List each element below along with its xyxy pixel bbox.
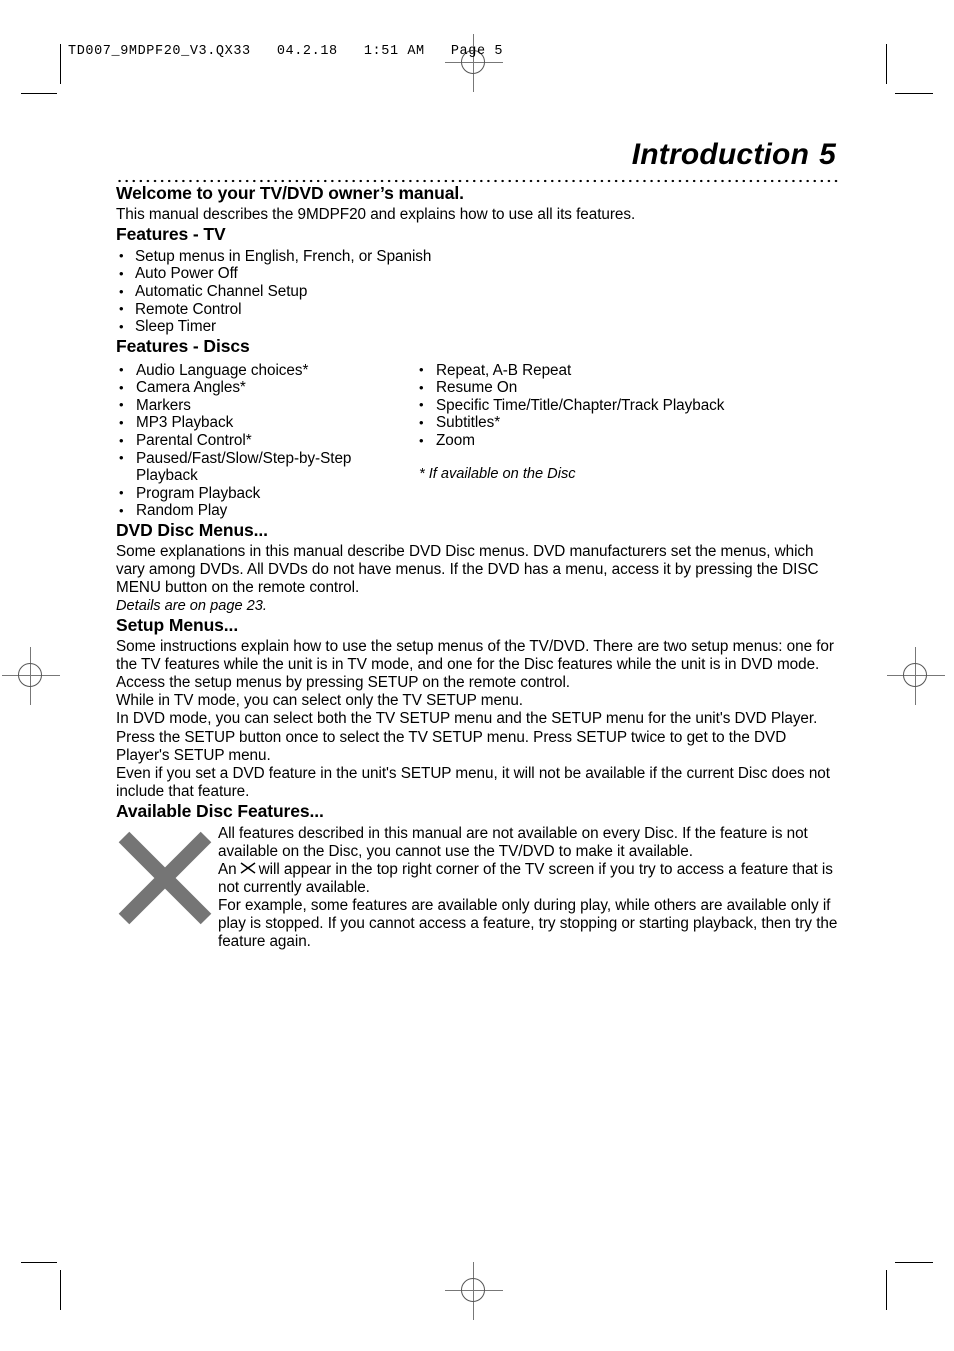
paragraph-2-trail-text: will appear in the top right corner of t… [218, 860, 833, 897]
list-item: Automatic Channel Setup [116, 283, 838, 301]
setup-menus-paragraph-3: In DVD mode, you can select both the TV … [116, 710, 818, 764]
setup-menus-paragraph-2: While in TV mode, you can select only th… [116, 692, 524, 710]
dvd-disc-menus-body: Some explanations in this manual describ… [116, 542, 819, 597]
available-disc-features-paragraph-3: For example, some features are available… [218, 897, 838, 951]
list-item: Paused/Fast/Slow/Step-by-Step Playback [116, 449, 416, 485]
x-mark-icon [240, 862, 256, 874]
available-disc-features-text: All features described in this manual ar… [218, 825, 838, 952]
list-item: MP3 Playback [116, 414, 416, 432]
page-content: Introduction 5 Welcome to your TV/DVD own… [116, 140, 838, 951]
dvd-disc-menus-note: Details are on page 23. [116, 598, 267, 615]
list-item: Parental Control* [116, 432, 416, 450]
available-disc-features-paragraph-2: An will appear in the top right corner of… [218, 861, 838, 897]
available-disc-features-heading: Available Disc Features... [116, 800, 324, 821]
setup-menus-paragraph-1: Some instructions explain how to use the… [116, 638, 834, 692]
list-item: Remote Control [116, 300, 838, 319]
crop-mark-top-right-vertical [886, 44, 887, 84]
welcome-body: This manual describes the 9MDPF20 and ex… [116, 205, 636, 223]
features-discs-right-list: Repeat, A-B Repeat Resume On Specific Ti… [416, 361, 746, 450]
features-discs-left-column: Audio Language choices* Camera Angles* M… [116, 360, 416, 520]
registration-mark-right [879, 639, 953, 713]
page-title-text: Introduction [631, 138, 810, 171]
list-item: Audio Language choices* [116, 361, 416, 380]
list-item: Resume On [416, 379, 746, 397]
registration-mark-top [437, 26, 511, 100]
crop-mark-bottom-right-horizontal [895, 1262, 933, 1263]
features-discs-heading: Features - Discs [116, 335, 250, 356]
list-item: Program Playback [116, 484, 416, 503]
list-item: Specific Time/Title/Chapter/Track Playba… [416, 396, 746, 415]
prepress-slug: TD007_9MDPF20_V3.QX33 04.2.18 1:51 AM Pa… [68, 44, 504, 59]
list-item: Camera Angles* [116, 379, 416, 397]
crop-mark-top-right-horizontal [895, 93, 933, 94]
crop-mark-bottom-left-horizontal [21, 1262, 57, 1263]
features-discs-columns: Audio Language choices* Camera Angles* M… [116, 360, 838, 520]
list-item: Random Play [116, 502, 416, 520]
registration-mark-left [0, 639, 68, 713]
list-item: Repeat, A-B Repeat [416, 361, 746, 380]
paragraph-2-lead-text: An [218, 860, 237, 878]
available-disc-features-paragraph-1: All features described in this manual ar… [218, 824, 808, 860]
features-tv-heading: Features - TV [116, 223, 226, 244]
features-tv-list: Setup menus in English, French, or Spani… [116, 247, 838, 336]
available-disc-features-block: All features described in this manual ar… [116, 825, 838, 952]
list-item: Sleep Timer [116, 318, 838, 336]
welcome-heading: Welcome to your TV/DVD owner’s manual. [116, 183, 464, 203]
crop-mark-top-left-horizontal [21, 93, 57, 94]
list-item: Subtitles* [416, 414, 746, 432]
features-discs-left-list: Audio Language choices* Camera Angles* M… [116, 361, 416, 520]
gray-x-mark-icon [118, 831, 212, 925]
crop-mark-bottom-left-vertical [60, 1270, 61, 1310]
list-item: Setup menus in English, French, or Spani… [116, 247, 838, 266]
list-item: Auto Power Off [116, 265, 838, 283]
list-item: Zoom [416, 432, 746, 450]
slug-rule [60, 44, 61, 84]
list-item: Markers [116, 396, 416, 415]
setup-menus-paragraph-4: Even if you set a DVD feature in the uni… [116, 764, 830, 800]
registration-mark-bottom [437, 1254, 511, 1328]
page-number: 5 [819, 138, 836, 171]
dvd-disc-menus-heading: DVD Disc Menus... [116, 520, 268, 541]
features-discs-footnote: * If available on the Disc [419, 465, 576, 482]
manual-page: TD007_9MDPF20_V3.QX33 04.2.18 1:51 AM Pa… [0, 0, 954, 1351]
page-title: Introduction 5 [116, 140, 838, 170]
setup-menus-heading: Setup Menus... [116, 615, 239, 636]
features-discs-right-column: Repeat, A-B Repeat Resume On Specific Ti… [416, 360, 746, 520]
crop-mark-bottom-right-vertical [886, 1270, 887, 1310]
